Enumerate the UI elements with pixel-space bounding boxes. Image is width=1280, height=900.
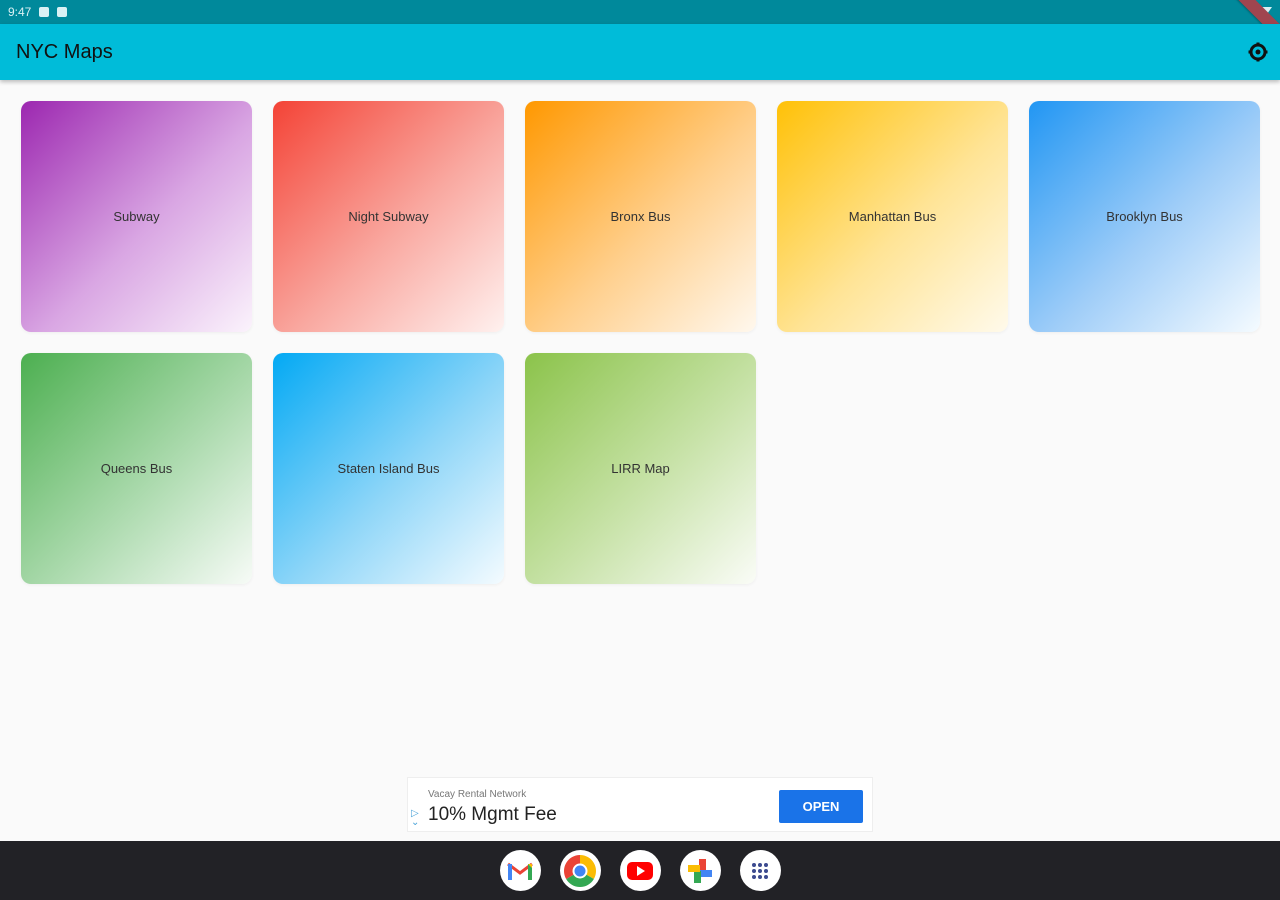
ad-banner[interactable]: ▷ ⌄ Vacay Rental Network 10% Mgmt Fee OPE… <box>407 777 873 832</box>
notification-icon <box>39 7 50 17</box>
ad-network: Vacay Rental Network <box>428 789 527 800</box>
ad-headline: 10% Mgmt Fee <box>428 804 557 825</box>
photos-app[interactable] <box>679 850 721 891</box>
chrome-app[interactable] <box>559 850 601 891</box>
tile-queens-bus[interactable]: Queens Bus <box>21 353 252 584</box>
app-bar: NYC Maps <box>0 24 1280 80</box>
tile-bronx-bus[interactable]: Bronx Bus <box>525 101 756 332</box>
app-launcher-icon <box>752 862 768 879</box>
youtube-icon <box>627 861 653 880</box>
settings-button[interactable] <box>1246 40 1270 64</box>
tile-label: Subway <box>113 209 160 224</box>
tile-label: Manhattan Bus <box>848 209 937 224</box>
tile-subway[interactable]: Subway <box>21 101 252 332</box>
gmail-icon <box>507 862 533 880</box>
tile-staten-island-bus[interactable]: Staten Island Bus <box>273 353 504 584</box>
settings-icon <box>1248 42 1268 62</box>
tile-label: Staten Island Bus <box>337 461 440 476</box>
ad-open-button[interactable]: OPEN <box>779 790 863 823</box>
tile-label: Queens Bus <box>100 461 173 476</box>
status-time: 9:47 <box>8 5 32 19</box>
status-bar: 9:47 <box>0 0 1280 24</box>
tile-lirr-map[interactable]: LIRR Map <box>525 353 756 584</box>
taskbar <box>0 841 1280 900</box>
chrome-icon <box>563 854 597 887</box>
tile-manhattan-bus[interactable]: Manhattan Bus <box>777 101 1008 332</box>
tile-night-subway[interactable]: Night Subway <box>273 101 504 332</box>
ad-choices-icon[interactable]: ▷ ⌄ <box>411 809 419 828</box>
photos-icon <box>688 858 712 883</box>
gmail-app[interactable] <box>499 850 541 891</box>
launcher-app[interactable] <box>739 850 781 891</box>
map-grid: Subway Night Subway Bronx Bus Manhattan … <box>21 101 1261 584</box>
youtube-app[interactable] <box>619 850 661 891</box>
sim-card-icon <box>57 7 68 17</box>
tile-label: LIRR Map <box>611 461 670 476</box>
tile-brooklyn-bus[interactable]: Brooklyn Bus <box>1029 101 1260 332</box>
tile-label: Night Subway <box>348 209 429 224</box>
app-title: NYC Maps <box>16 40 113 63</box>
tile-label: Bronx Bus <box>610 209 671 224</box>
tile-label: Brooklyn Bus <box>1106 209 1183 224</box>
